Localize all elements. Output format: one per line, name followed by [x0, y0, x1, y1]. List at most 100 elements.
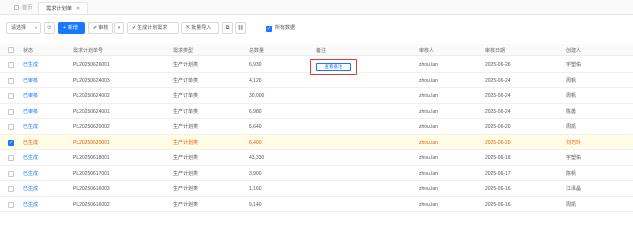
status-cell[interactable]: 已生成 [23, 171, 38, 177]
row-checkbox[interactable] [8, 170, 14, 177]
filter-select[interactable]: 请选择 ▾ [6, 22, 41, 34]
table-row[interactable]: 已审核 PL20250624001 生产订单类 6,980 zhou.lan 2025-0… [0, 104, 633, 119]
type-cell: 生产订单类 [173, 77, 199, 84]
audit-button[interactable]: ✔审核 [88, 22, 113, 34]
show-all-toggle[interactable]: ✓ 所有数据 [266, 24, 295, 32]
copy-button[interactable]: ⧉ [222, 22, 233, 34]
auditor-cell: zhou.lan [419, 186, 438, 192]
auditor-cell: zhou.lan [419, 62, 438, 68]
tab-demand-plan-label: 需求计划单 [46, 6, 72, 12]
memo-highlight-box: 查看备注 [310, 59, 357, 75]
creator-cell: 宇塑佑 [566, 155, 582, 161]
qty-cell: 6,980 [249, 108, 262, 115]
tab-home-label: 首页 [22, 5, 33, 11]
tab-demand-plan[interactable]: 需求计划单 ✕ [38, 2, 89, 14]
audit-date-cell: 2025-06-26 [485, 62, 511, 68]
type-cell: 生产计划类 [173, 201, 199, 208]
col-status[interactable]: 状态 [23, 47, 33, 54]
row-checkbox[interactable] [8, 186, 14, 192]
col-creator[interactable]: 创建人 [566, 47, 581, 54]
row-checkbox[interactable] [8, 201, 14, 208]
auditor-cell: zhou.lan [419, 108, 438, 115]
tab-home[interactable]: 首页 [14, 2, 32, 14]
row-checkbox[interactable] [8, 62, 14, 68]
new-button[interactable]: + 新增 [58, 22, 85, 34]
plan-no-cell: PL20250624002 [73, 93, 110, 99]
status-cell[interactable]: 已生成 [23, 186, 38, 192]
row-checkbox[interactable] [8, 155, 14, 161]
qty-cell: 5,640 [249, 124, 262, 130]
refresh-button[interactable]: ⟳ [44, 22, 55, 34]
table-row[interactable]: 已生成 PL20250618001 生产计划类 43,330 zhou.lan 2025-… [0, 150, 633, 166]
plan-no-cell: PL20250618001 [73, 155, 110, 161]
creator-cell: 陈帆 [566, 170, 577, 177]
table-row[interactable]: 已生成 PL20250620002 生产计划类 5,640 zhou.lan 2025-0… [0, 119, 633, 135]
status-cell[interactable]: 已生成 [23, 140, 38, 146]
show-all-checkbox[interactable]: ✓ [266, 26, 272, 32]
link-button[interactable]: ⛓ [235, 22, 246, 34]
qty-cell: 1,160 [249, 186, 262, 192]
col-auditor[interactable]: 审核人 [419, 47, 434, 54]
generate-plan-button[interactable]: ✔生成计划需求 [127, 22, 179, 34]
table-row[interactable]: 已生成 PL20250616003 生产计划类 1,160 zhou.lan 2025-0… [0, 181, 633, 197]
type-cell: 生产订单类 [173, 108, 199, 115]
batch-import-button[interactable]: ⇱批量导入 [181, 22, 219, 34]
new-button-label: 新增 [67, 25, 78, 31]
creator-cell: 周帆 [566, 77, 577, 84]
creator-cell: 刘巧玲 [566, 139, 582, 146]
audit-dropdown-button[interactable]: ▾ [114, 22, 124, 34]
check-icon: ✔ [132, 25, 137, 31]
status-cell[interactable]: 已生成 [23, 155, 38, 161]
auditor-cell: zhou.lan [419, 201, 438, 208]
table-row[interactable]: 已审核 PL20250624002 生产订单类 30,000 zhou.lan 2025-… [0, 88, 633, 104]
type-cell: 生产计划类 [173, 139, 199, 146]
col-type[interactable]: 需求类型 [173, 47, 193, 54]
check-icon: ✔ [93, 25, 98, 31]
qty-cell: 6,930 [249, 62, 262, 68]
status-cell[interactable]: 已生成 [23, 62, 38, 68]
col-memo[interactable]: 备注 [316, 47, 326, 54]
generate-plan-label: 生成计划需求 [137, 25, 168, 31]
table-row[interactable]: 已生成 PL20250616002 生产计划类 9,140 zhou.lan 2025-0… [0, 197, 633, 212]
creator-cell: 周帆 [566, 93, 577, 99]
audit-date-cell: 2025-06-16 [485, 186, 511, 192]
qty-cell: 9,140 [249, 201, 262, 208]
qty-cell: 3,900 [249, 170, 262, 177]
type-cell: 生产计划类 [173, 124, 199, 130]
type-cell: 生产计划类 [173, 170, 199, 177]
status-cell[interactable]: 已审核 [23, 109, 38, 115]
home-icon [14, 5, 19, 10]
row-checkbox[interactable] [8, 108, 14, 115]
link-icon: ⛓ [237, 25, 244, 31]
row-checkbox[interactable] [8, 93, 14, 99]
plan-no-cell: PL20250620001 [73, 139, 110, 146]
row-checkbox[interactable] [8, 124, 14, 130]
audit-date-cell: 2025-06-16 [485, 201, 511, 208]
close-icon[interactable]: ✕ [76, 6, 80, 12]
row-checkbox[interactable] [8, 77, 14, 84]
creator-cell: 周凯 [566, 201, 577, 208]
table-row[interactable]: 已生成 PL20250620001 生产计划类 6,400 zhou.lan 2025-0… [0, 134, 633, 150]
qty-cell: 30,000 [249, 93, 265, 99]
row-checkbox[interactable] [8, 139, 14, 146]
col-qty[interactable]: 总数量 [249, 47, 264, 54]
auditor-cell: zhou.lan [419, 170, 438, 177]
plan-no-cell: PL20250620002 [73, 124, 110, 130]
status-cell[interactable]: 已生成 [23, 124, 38, 130]
plan-no-cell: PL20250616003 [73, 186, 110, 192]
import-icon: ⇱ [186, 25, 191, 31]
view-memo-button[interactable]: 查看备注 [316, 63, 351, 71]
table-row[interactable]: 已生成 PL20250617001 生产计划类 3,900 zhou.lan 2025-0… [0, 166, 633, 181]
col-audit-date[interactable]: 审核日期 [485, 47, 505, 54]
auditor-cell: zhou.lan [419, 124, 438, 130]
creator-cell: 周凯 [566, 124, 577, 130]
creator-cell: 陈勇 [566, 108, 577, 115]
plan-no-cell: PL20250624001 [73, 108, 110, 115]
status-cell[interactable]: 已生成 [23, 202, 38, 208]
select-all-checkbox[interactable] [8, 47, 14, 53]
batch-import-label: 批量导入 [191, 25, 212, 31]
status-cell[interactable]: 已审核 [23, 93, 38, 99]
col-plan-no[interactable]: 需求计划单号 [73, 47, 103, 54]
status-cell[interactable]: 已审核 [23, 78, 38, 84]
plan-no-cell: PL20250624003 [73, 77, 110, 84]
